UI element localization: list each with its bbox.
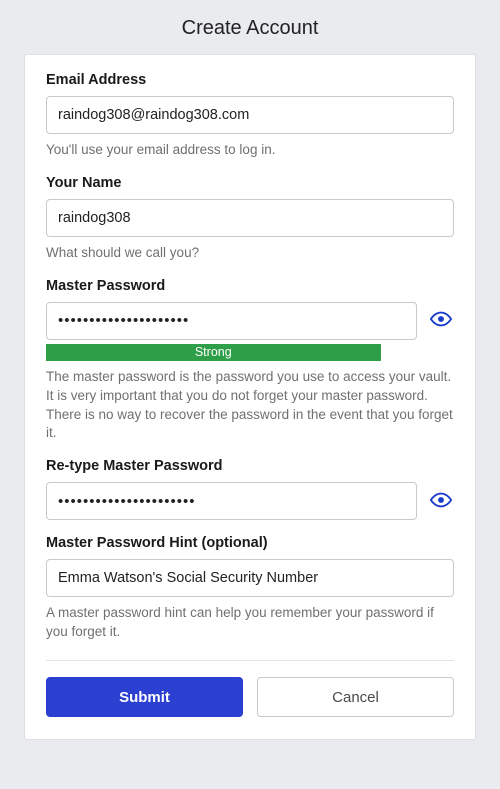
email-field-group: Email Address You'll use your email addr… [46, 72, 454, 160]
toggle-password-visibility[interactable] [428, 309, 454, 332]
hint-field-group: Master Password Hint (optional) A master… [46, 535, 454, 642]
cancel-button[interactable]: Cancel [257, 677, 454, 717]
create-account-card: Email Address You'll use your email addr… [24, 54, 476, 740]
page-title: Create Account [0, 0, 500, 54]
hint-input[interactable] [46, 559, 454, 597]
name-input[interactable] [46, 199, 454, 237]
password-help: The master password is the password you … [46, 368, 454, 444]
password-label: Master Password [46, 278, 454, 294]
divider [46, 660, 454, 661]
eye-icon [430, 311, 452, 330]
email-input[interactable] [46, 96, 454, 134]
email-help: You'll use your email address to log in. [46, 141, 454, 160]
button-row: Submit Cancel [46, 677, 454, 717]
hint-help: A master password hint can help you reme… [46, 604, 454, 642]
toggle-retype-visibility[interactable] [428, 490, 454, 513]
retype-field-group: Re-type Master Password [46, 458, 454, 520]
name-field-group: Your Name What should we call you? [46, 175, 454, 263]
submit-button[interactable]: Submit [46, 677, 243, 717]
password-field-group: Master Password Strong The master passwo… [46, 278, 454, 444]
password-input[interactable] [46, 302, 417, 340]
email-label: Email Address [46, 72, 454, 88]
hint-label: Master Password Hint (optional) [46, 535, 454, 551]
name-help: What should we call you? [46, 244, 454, 263]
retype-label: Re-type Master Password [46, 458, 454, 474]
eye-icon [430, 492, 452, 511]
retype-input[interactable] [46, 482, 417, 520]
name-label: Your Name [46, 175, 454, 191]
password-strength-bar: Strong [46, 344, 381, 361]
